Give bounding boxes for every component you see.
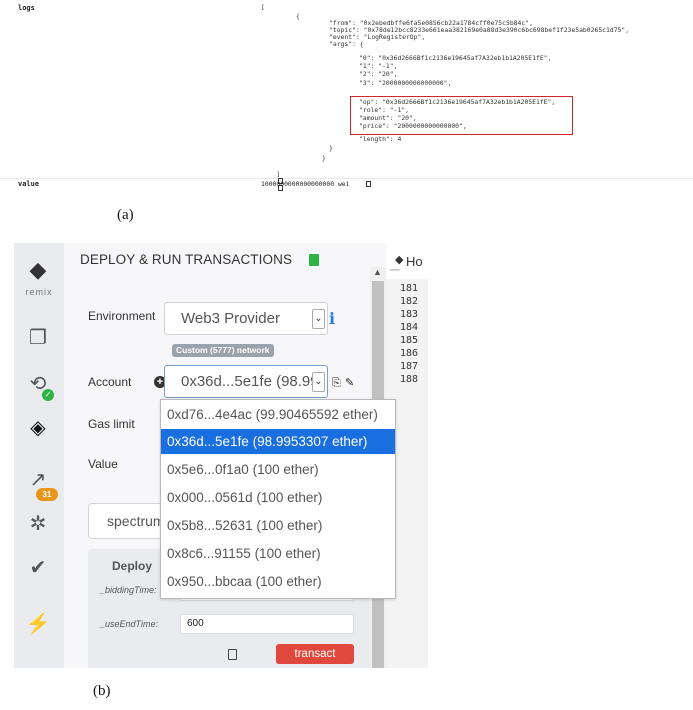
json-line: } <box>322 154 326 162</box>
remix-brand: remix <box>25 287 53 297</box>
json-line: "1": "-1", <box>359 62 398 70</box>
clipboard-icon[interactable] <box>228 649 237 660</box>
line-number: 181 <box>400 283 419 294</box>
line-number: 183 <box>400 309 419 320</box>
json-line: "0": "0x36d2666Bf1c2136e19645af7A32eb1b1… <box>359 54 552 62</box>
edit-icon[interactable]: ✎ <box>345 377 357 389</box>
json-line: "args": { <box>329 40 364 48</box>
param-label: _biddingTime: <box>100 585 157 595</box>
highlight-box <box>350 96 573 135</box>
row-divider <box>0 178 693 179</box>
account-option[interactable]: 0x950...bbcaa (100 ether) <box>161 569 395 594</box>
line-number: 188 <box>400 374 419 385</box>
count-badge: 31 <box>36 488 58 501</box>
json-close-bracket: ] <box>276 170 281 178</box>
plugin-manager-icon[interactable]: ⚡ <box>25 611 51 637</box>
json-line: [ <box>261 3 265 11</box>
deploy-run-icon[interactable]: ◈ <box>25 415 51 441</box>
chevron-down-icon: ⌄ <box>312 309 325 329</box>
account-value: 0x36d...5e1fe (98.99 <box>181 373 319 390</box>
network-badge: Custom (5777) network <box>172 344 274 357</box>
scroll-up-icon[interactable]: ▲ <box>373 267 382 277</box>
use-end-time-input[interactable]: 600 <box>180 614 354 634</box>
gas-limit-label: Gas limit <box>88 417 135 431</box>
account-dropdown[interactable]: 0xd76...4e4ac (99.90465592 ether) 0x36d.… <box>160 399 396 599</box>
ethereum-icon: ◆ <box>395 254 404 266</box>
line-number: 187 <box>400 361 419 372</box>
value-label: value <box>18 180 40 188</box>
icon-sidebar: ◆ remix ❐ ⟲ ✓ ◈ ↗ 31 ✲ ✔ ⚡ <box>14 243 64 668</box>
account-option-selected[interactable]: 0x36d...5e1fe (98.9953307 ether) <box>161 429 395 454</box>
check-badge-icon: ✓ <box>42 389 54 401</box>
value-text: 1000000000000000000 wei <box>261 180 350 188</box>
info-icon[interactable]: i <box>329 309 335 328</box>
debugger-bug-icon[interactable]: ✲ <box>25 511 51 537</box>
caption-a: (a) <box>117 207 134 223</box>
logs-label: logs <box>18 4 35 12</box>
environment-label: Environment <box>88 309 156 323</box>
account-option[interactable]: 0x000...0561d (100 ether) <box>161 485 395 510</box>
file-explorer-icon[interactable]: ❐ <box>25 325 51 351</box>
param-label: _useEndTime: <box>100 619 158 629</box>
editor-home-tab[interactable]: ◆ Ho remix <box>386 243 428 279</box>
value-row: value 1000000000000000000 wei <box>0 180 693 192</box>
deploy-title: Deploy <box>112 559 153 573</box>
ethereum-logo-icon: ◆ <box>29 257 47 282</box>
clipboard-icon[interactable] <box>366 181 371 187</box>
account-option[interactable]: 0xd76...4e4ac (99.90465592 ether) <box>161 402 395 427</box>
line-number: 185 <box>400 335 419 346</box>
transact-button[interactable]: transact <box>276 644 354 664</box>
line-number: 184 <box>400 322 419 333</box>
page-title: DEPLOY & RUN TRANSACTIONS <box>80 252 293 267</box>
account-select[interactable]: 0x36d...5e1fe (98.99 ⌄ <box>164 365 328 398</box>
json-line: { <box>296 12 300 20</box>
line-number: 186 <box>400 348 419 359</box>
json-line: "2": "20", <box>359 70 398 78</box>
caption-b: (b) <box>93 683 111 699</box>
json-line: "length": 4 <box>359 135 402 143</box>
account-option[interactable]: 0x5b8...52631 (100 ether) <box>161 513 395 538</box>
log-panel: logs [ { "from": "0x2ebedbffe6fa5e0856cb… <box>0 0 693 196</box>
account-option[interactable]: 0x8c6...91155 (100 ether) <box>161 541 395 566</box>
environment-select[interactable]: Web3 Provider ⌄ <box>164 302 328 335</box>
chevron-down-icon: ⌄ <box>312 372 325 392</box>
tab-label: Ho <box>406 254 423 269</box>
documentation-icon[interactable] <box>309 254 319 266</box>
json-line: "3": "2000000000000000", <box>359 79 452 87</box>
environment-value: Web3 Provider <box>181 310 280 327</box>
value-label: Value <box>88 457 118 471</box>
account-label: Account <box>88 375 132 389</box>
tab-sub-label: remix <box>390 267 400 272</box>
json-line: } <box>329 144 333 152</box>
logs-row: logs <box>0 4 693 16</box>
line-number: 182 <box>400 296 419 307</box>
account-option[interactable]: 0x5e6...0f1a0 (100 ether) <box>161 457 395 482</box>
tests-check-icon[interactable]: ✔ <box>25 555 51 581</box>
clipboard-icon[interactable]: ⎘ <box>332 377 344 389</box>
